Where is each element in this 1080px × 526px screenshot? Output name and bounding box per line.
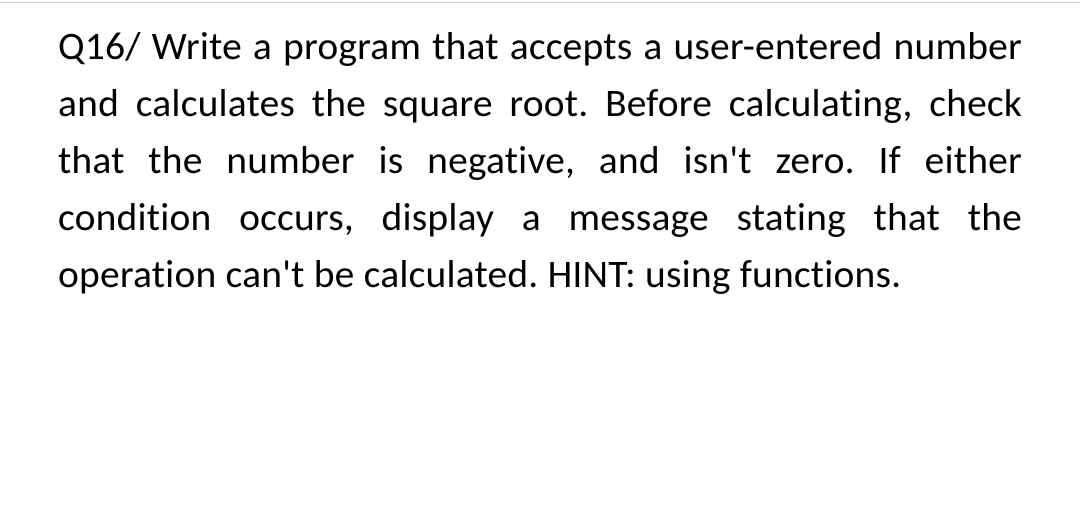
question-body: Write a program that accepts a user-ente… [58,21,1022,298]
page-top-border [0,2,1080,3]
question-paragraph: Q16/ Write a program that accepts a user… [58,18,1022,302]
question-number: Q16/ [58,21,141,70]
document-content: Q16/ Write a program that accepts a user… [0,0,1080,322]
